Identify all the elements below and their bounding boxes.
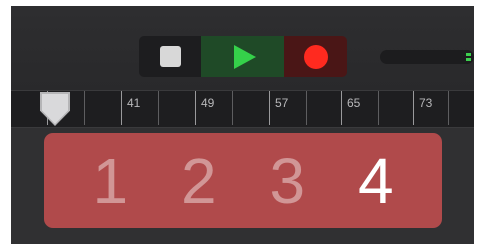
count-in-beat-1: 1 — [92, 144, 129, 217]
ruler-bar-number: 65 — [347, 96, 361, 110]
ruler-tick — [378, 91, 379, 125]
stop-icon — [159, 46, 181, 67]
ruler-bar-number: 57 — [275, 96, 289, 110]
ruler-tick — [84, 91, 85, 125]
ruler-tick — [121, 91, 122, 125]
ruler-bar-number: 73 — [419, 96, 433, 110]
ruler-tick — [232, 91, 233, 125]
play-button[interactable] — [201, 36, 284, 77]
ruler-bar-number: 41 — [127, 96, 141, 110]
ruler-tick — [158, 91, 159, 125]
master-volume-slider[interactable] — [380, 50, 474, 64]
timeline-ruler[interactable]: 33 41 49 57 65 73 — [11, 90, 474, 128]
ruler-tick — [341, 91, 342, 125]
count-in-beat-4: 4 — [357, 144, 394, 217]
transport-toolbar — [11, 6, 474, 90]
record-button[interactable] — [284, 36, 347, 77]
count-in-indicator: 1 2 3 4 — [44, 133, 442, 228]
ruler-tick — [269, 91, 270, 125]
level-meter-indicator — [466, 53, 471, 56]
ruler-tick — [448, 91, 449, 125]
level-meter-indicator — [466, 58, 471, 61]
ruler-tick — [195, 91, 196, 125]
ruler-tick — [306, 91, 307, 125]
stop-button[interactable] — [139, 36, 201, 77]
count-in-beat-2: 2 — [180, 144, 217, 217]
ruler-bar-number: 49 — [201, 96, 215, 110]
transport-controls — [139, 36, 347, 77]
ruler-tick — [413, 91, 414, 125]
record-icon — [303, 44, 328, 69]
play-icon — [233, 44, 256, 69]
app-window: 33 41 49 57 65 73 1 2 3 4 — [11, 6, 474, 244]
count-in-beat-3: 3 — [269, 144, 306, 217]
